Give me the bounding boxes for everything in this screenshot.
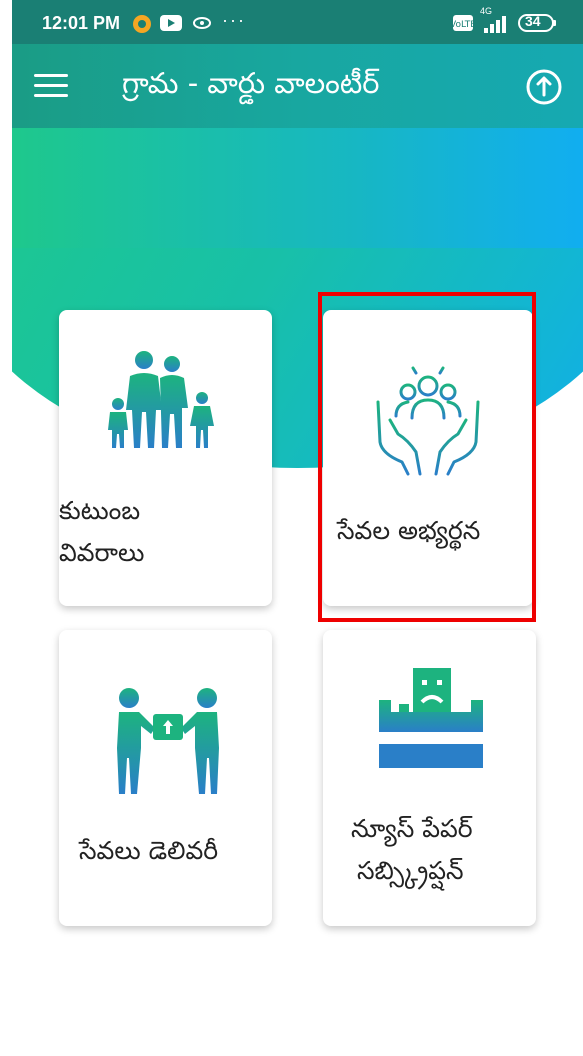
newspaper-subscription-label-line1: న్యూస్ పేపర్ xyxy=(351,814,473,843)
upload-icon[interactable] xyxy=(525,68,563,106)
newspaper-subscription-card[interactable]: న్యూస్ పేపర్ సబ్స్క్రిప్షన్ xyxy=(323,630,536,926)
service-request-card[interactable]: సేవల అభ్యర్థన xyxy=(323,310,533,606)
more-notifications-icon: ··· xyxy=(222,10,246,30)
service-delivery-card[interactable]: సేవలు డెలివరీ xyxy=(59,630,272,926)
family-icon xyxy=(104,350,224,454)
signal-icon xyxy=(482,14,510,39)
menu-icon[interactable] xyxy=(34,74,68,98)
battery-level: 34 xyxy=(525,13,541,29)
youtube-icon xyxy=(159,14,183,37)
header-background-top xyxy=(12,128,583,248)
family-details-card[interactable]: కుటుంబ వివరాలు xyxy=(59,310,272,606)
status-bar: 12:01 PM ··· VoLTE 4G 34 xyxy=(12,0,583,44)
app-screen: 12:01 PM ··· VoLTE 4G 34 గ్రామ - వార్డు … xyxy=(12,0,583,1056)
eye-icon xyxy=(192,14,212,37)
app-notification-icon xyxy=(132,14,152,39)
newspaper-subscription-icon xyxy=(375,666,487,778)
svg-text:VoLTE: VoLTE xyxy=(452,20,474,30)
newspaper-subscription-label-line2: సబ్స్క్రిప్షన్ xyxy=(357,856,464,885)
service-request-icon xyxy=(368,362,488,481)
volte-icon: VoLTE xyxy=(450,14,476,37)
family-details-label-line2: వివరాలు xyxy=(59,538,145,567)
status-time: 12:01 PM xyxy=(42,13,121,33)
service-request-label: సేవల అభ్యర్థన xyxy=(337,516,481,545)
app-title: గ్రామ - వార్డు వాలంటీర్ xyxy=(122,66,380,100)
app-bar: గ్రామ - వార్డు వాలంటీర్ xyxy=(12,44,583,128)
service-delivery-icon xyxy=(111,688,223,800)
service-delivery-label: సేవలు డెలివరీ xyxy=(79,836,219,865)
family-details-label-line1: కుటుంబ xyxy=(59,496,141,525)
